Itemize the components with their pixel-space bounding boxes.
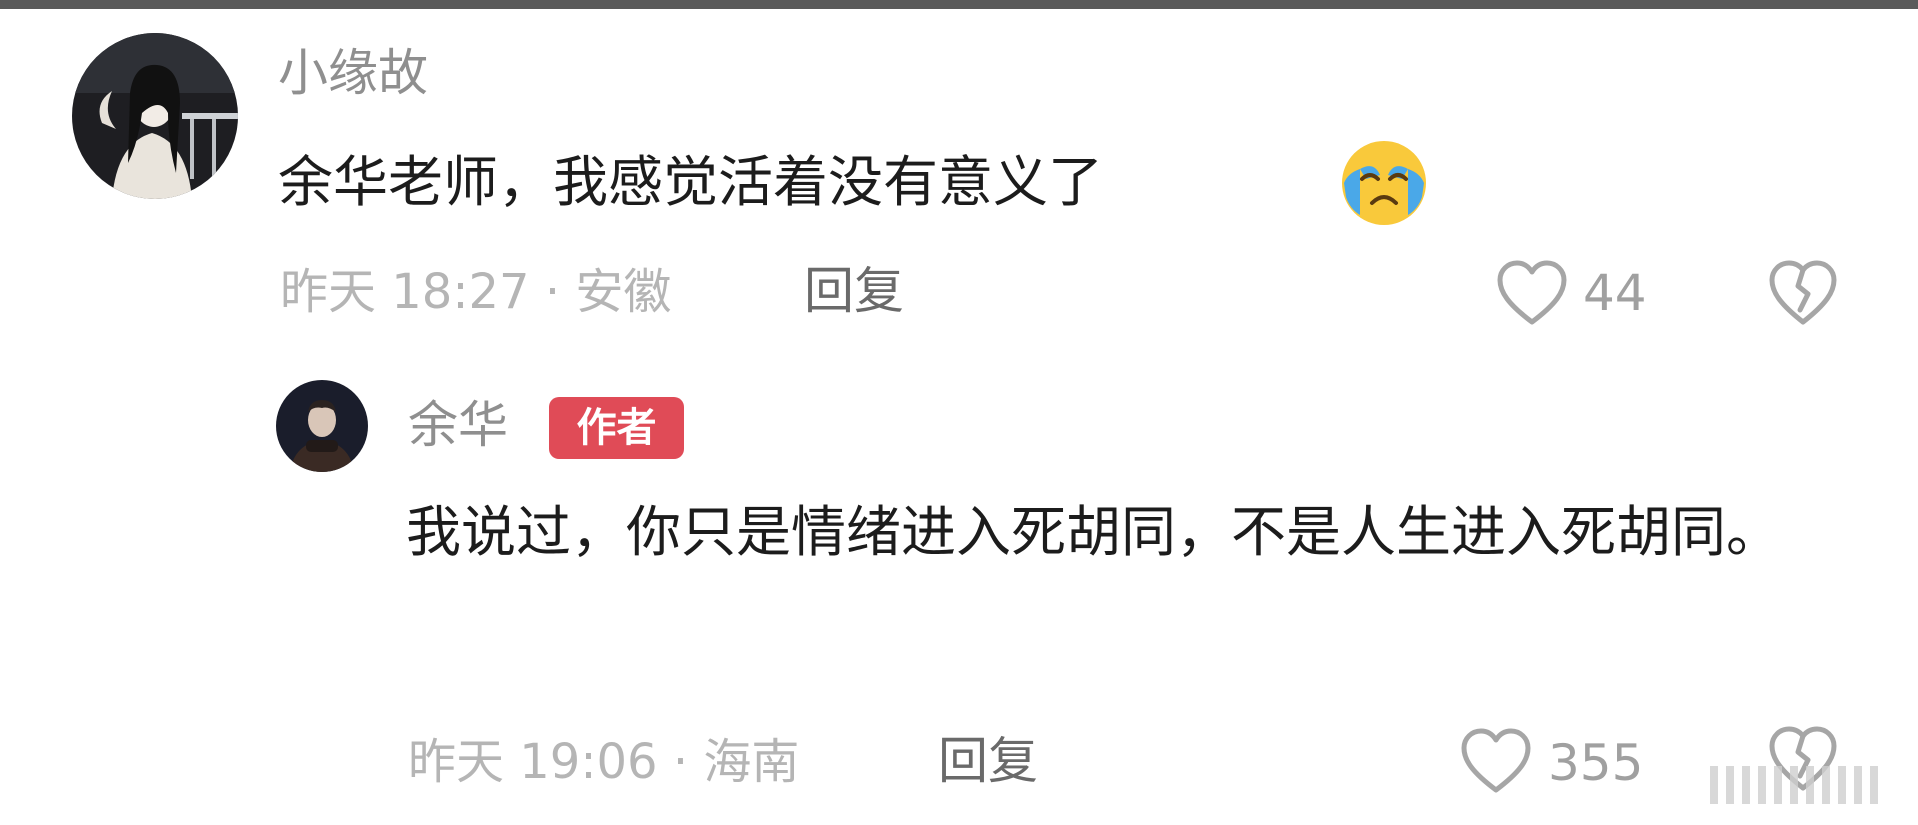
like-count: 355 bbox=[1548, 734, 1644, 792]
avatar-image bbox=[72, 33, 238, 199]
author-badge: 作者 bbox=[549, 397, 684, 459]
heart-outline-icon[interactable] bbox=[1496, 260, 1568, 326]
comment-thread: 小缘故 余华老师，我感觉活着没有意义了 昨天 18:27 · 安徽 回复 44 bbox=[0, 0, 1918, 825]
author-username[interactable]: 余华 bbox=[408, 400, 508, 450]
heart-outline-icon[interactable] bbox=[1460, 728, 1532, 794]
comment-meta: 昨天 18:27 · 安徽 bbox=[280, 264, 672, 320]
reply-meta: 昨天 19:06 · 海南 bbox=[408, 734, 800, 790]
author-avatar[interactable] bbox=[276, 380, 368, 472]
reply-text: 我说过，你只是情绪进入死胡同，不是人生进入死胡同。 bbox=[406, 500, 1782, 564]
like-count: 44 bbox=[1583, 264, 1647, 322]
comment-text: 余华老师，我感觉活着没有意义了 bbox=[278, 150, 1104, 214]
top-edge-bar bbox=[0, 0, 1918, 9]
author-avatar-image bbox=[276, 380, 368, 472]
avatar[interactable] bbox=[72, 33, 238, 199]
crying-face-icon bbox=[1340, 139, 1428, 227]
username[interactable]: 小缘故 bbox=[278, 48, 428, 98]
reply-button[interactable]: 回复 bbox=[938, 736, 1038, 786]
broken-heart-icon[interactable] bbox=[1768, 260, 1838, 326]
reply-button[interactable]: 回复 bbox=[804, 266, 904, 316]
watermark-graphic bbox=[1700, 760, 1900, 810]
